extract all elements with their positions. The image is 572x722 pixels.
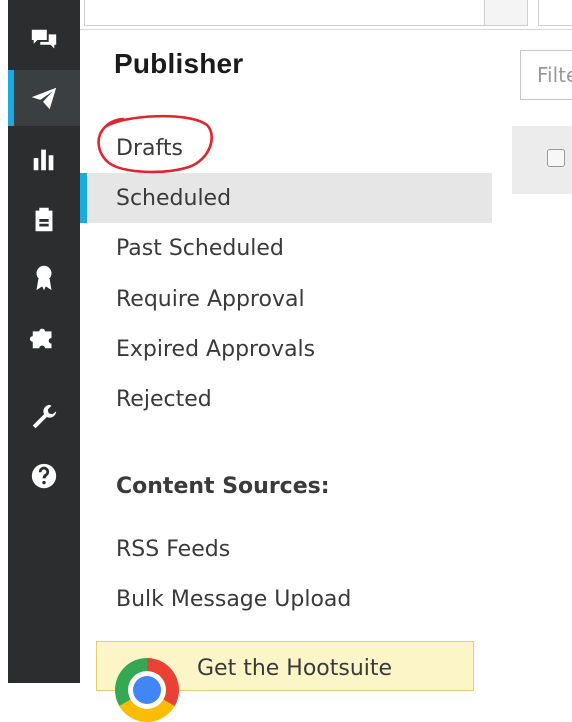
menu-item-expired-approvals[interactable]: Expired Approvals bbox=[80, 324, 492, 374]
menu-item-label: Drafts bbox=[116, 135, 183, 161]
menu-item-rejected[interactable]: Rejected bbox=[80, 374, 492, 424]
award-ribbon-icon bbox=[36, 265, 52, 291]
select-all-checkbox[interactable] bbox=[547, 149, 565, 167]
menu-item-label: Bulk Message Upload bbox=[116, 586, 352, 612]
nav-help[interactable] bbox=[8, 448, 80, 504]
menu-item-label: RSS Feeds bbox=[116, 536, 231, 562]
menu-item-scheduled[interactable]: Scheduled bbox=[80, 173, 492, 223]
nav-assignments[interactable] bbox=[8, 191, 80, 247]
filter-input[interactable]: Filte bbox=[520, 50, 572, 100]
top-toolbar-control[interactable] bbox=[538, 0, 572, 26]
menu-item-label: Expired Approvals bbox=[116, 336, 316, 362]
page-title: Publisher bbox=[114, 48, 244, 79]
nav-publisher[interactable] bbox=[8, 70, 80, 126]
menu-item-drafts[interactable]: Drafts bbox=[80, 123, 492, 173]
chrome-extension-promo[interactable]: Get the Hootsuite bbox=[96, 641, 474, 722]
paper-plane-icon bbox=[31, 87, 57, 110]
wrench-icon bbox=[32, 404, 57, 429]
conversations-icon bbox=[31, 29, 57, 49]
nav-analytics[interactable] bbox=[8, 131, 80, 187]
menu-item-bulk-message-upload[interactable]: Bulk Message Upload bbox=[80, 574, 492, 624]
promo-text: Get the Hootsuite bbox=[197, 656, 393, 681]
top-toolbar-button[interactable] bbox=[484, 0, 528, 26]
menu-item-label: Past Scheduled bbox=[116, 235, 284, 261]
nav-apps[interactable] bbox=[8, 309, 80, 365]
menu-item-label: Rejected bbox=[116, 386, 212, 412]
puzzle-piece-icon bbox=[29, 328, 52, 349]
menu-item-require-approval[interactable]: Require Approval bbox=[80, 274, 492, 324]
menu-item-label: Require Approval bbox=[116, 286, 305, 312]
nav-tools[interactable] bbox=[8, 389, 80, 445]
clipboard-icon bbox=[35, 207, 53, 232]
nav-streams[interactable] bbox=[8, 12, 80, 68]
app-nav-rail bbox=[8, 0, 80, 683]
content-sources-heading: Content Sources: bbox=[116, 474, 330, 499]
help-icon bbox=[31, 463, 57, 489]
top-toolbar-frame bbox=[84, 0, 526, 26]
menu-item-rss-feeds[interactable]: RSS Feeds bbox=[80, 524, 492, 574]
menu-item-past-scheduled[interactable]: Past Scheduled bbox=[80, 223, 492, 273]
menu-item-label: Scheduled bbox=[116, 185, 232, 211]
nav-campaigns[interactable] bbox=[8, 249, 80, 305]
bar-chart-icon bbox=[33, 149, 54, 171]
top-divider bbox=[80, 29, 572, 30]
chrome-logo-icon bbox=[115, 658, 179, 722]
